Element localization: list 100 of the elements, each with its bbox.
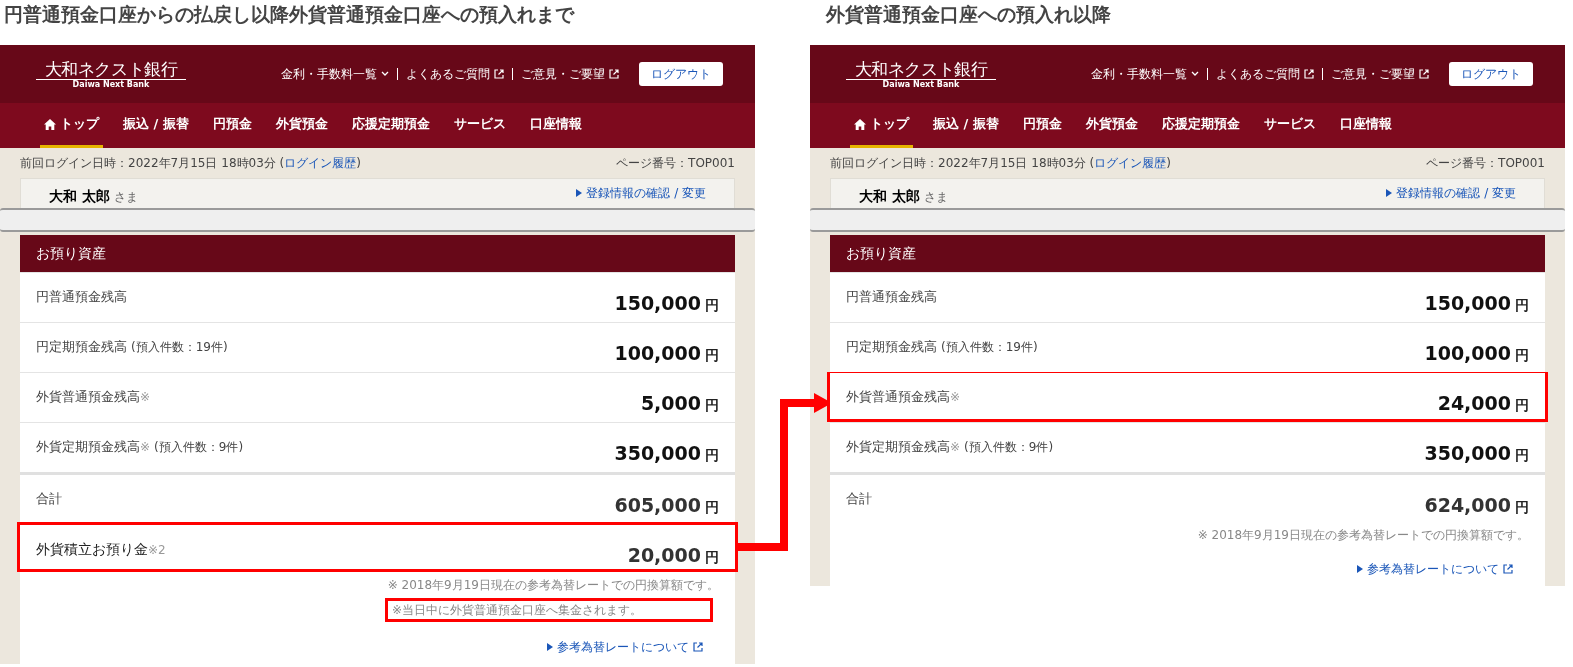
nav-tab[interactable]: サービス	[1259, 103, 1320, 148]
logout-button[interactable]: ログアウト	[1449, 62, 1533, 86]
currency-unit: 円	[705, 396, 719, 415]
external-link-icon	[693, 642, 703, 652]
nav-tab[interactable]: トップ	[40, 103, 103, 148]
profile-link[interactable]: 登録情報の確認 / 変更	[1386, 184, 1516, 202]
assets-header: お預り資産	[830, 235, 1545, 272]
amount: 350,000	[1424, 441, 1511, 466]
amount: 100,000	[614, 341, 701, 366]
panel-caption: 外貨普通預金口座への預入れ以降	[824, 2, 1112, 27]
nav-tab[interactable]: 円預金	[1018, 103, 1066, 148]
rate-link[interactable]: 参考為替レートについて	[547, 638, 703, 656]
external-link-icon	[1304, 69, 1314, 79]
footnote: ※ 2018年9月19日現在の参考為替レートでの円換算額です。	[1197, 527, 1529, 544]
login-history-link[interactable]: ログイン履歴	[284, 156, 357, 170]
nav-tab[interactable]: 振込 / 振替	[119, 103, 193, 148]
page-number: ページ番号：TOP001	[616, 155, 735, 172]
footnote-mark: ※	[950, 439, 961, 456]
last-login-text: 前回ログイン日時：2022年7月15日 18時03分 (ログイン履歴)	[830, 155, 1171, 172]
currency-unit: 円	[1515, 346, 1529, 365]
header-link[interactable]: 金利・手数料一覧	[1091, 65, 1199, 83]
footnote: ※ 2018年9月19日現在の参考為替レートでの円換算額です。	[387, 577, 719, 594]
nav-tab[interactable]: 口座情報	[1335, 103, 1396, 148]
currency-unit: 円	[1515, 296, 1529, 315]
nav-tab[interactable]: サービス	[449, 103, 510, 148]
logout-button[interactable]: ログアウト	[639, 62, 723, 86]
header-link[interactable]: 金利・手数料一覧	[281, 65, 389, 83]
triangle-icon	[547, 643, 553, 651]
home-icon	[854, 118, 866, 130]
page-number: ページ番号：TOP001	[1426, 155, 1545, 172]
nav-tab[interactable]: 応援定期預金	[347, 103, 434, 148]
honorific: さま	[923, 189, 948, 206]
row-label: 円普通預金残高	[846, 288, 937, 306]
nav-tab[interactable]: 円預金	[208, 103, 256, 148]
footnote-mark: ※2	[148, 542, 166, 559]
currency-unit: 円	[705, 498, 719, 517]
triangle-icon	[1357, 565, 1363, 573]
amount: 20,000	[627, 543, 701, 568]
amount: 350,000	[614, 441, 701, 466]
external-link-icon	[1419, 69, 1429, 79]
chevron-down-icon	[381, 71, 389, 77]
nav-tab[interactable]: 外貨預金	[1081, 103, 1142, 148]
footnote: ※当日中に外貨普通預金口座へ集金されます。	[385, 598, 713, 622]
nav-tab[interactable]: 応援定期預金	[1157, 103, 1244, 148]
amount: 5,000	[640, 391, 701, 416]
amount: 24,000	[1437, 391, 1511, 416]
footnote-mark: ※	[950, 389, 961, 406]
logo-subtitle: Daiwa Next Bank	[72, 80, 150, 89]
currency-unit: 円	[1515, 396, 1529, 415]
row-label: 円普通預金残高	[36, 288, 127, 306]
nav-tab[interactable]: 外貨預金	[271, 103, 332, 148]
nav-tab[interactable]: トップ	[850, 103, 913, 148]
bank-logo: 大和ネクスト銀行	[846, 59, 996, 80]
rate-link[interactable]: 参考為替レートについて	[1357, 560, 1513, 578]
triangle-icon	[576, 189, 583, 197]
footnote-mark: ※	[140, 439, 151, 456]
profile-link[interactable]: 登録情報の確認 / 変更	[576, 184, 706, 202]
row-label: 円定期預金残高	[846, 338, 937, 356]
honorific: さま	[113, 189, 138, 206]
external-link-icon	[494, 69, 504, 79]
login-history-link[interactable]: ログイン履歴	[1094, 156, 1167, 170]
row-qualifier: (預入件数：19件)	[941, 339, 1038, 356]
bank-logo: 大和ネクスト銀行	[36, 59, 186, 80]
row-qualifier: (預入件数：9件)	[154, 439, 244, 456]
nav-tab[interactable]: 口座情報	[525, 103, 586, 148]
row-label: 外貨普通預金残高	[846, 388, 950, 406]
row-label: 円定期預金残高	[36, 338, 127, 356]
currency-unit: 円	[705, 296, 719, 315]
currency-unit: 円	[705, 446, 719, 465]
header-link[interactable]: よくあるご質問	[406, 65, 504, 83]
footnote-mark: ※	[140, 389, 151, 406]
user-name: 大和 太郎	[859, 187, 920, 206]
row-label: 合計	[36, 490, 62, 508]
panel-caption: 円普通預金口座からの払戻し以降外貨普通預金口座への預入れまで	[3, 2, 576, 27]
amount: 100,000	[1424, 341, 1511, 366]
header-link[interactable]: よくあるご質問	[1216, 65, 1314, 83]
nav-tab[interactable]: 振込 / 振替	[929, 103, 1003, 148]
row-label: 合計	[846, 490, 872, 508]
chevron-down-icon	[1191, 71, 1199, 77]
currency-unit: 円	[1515, 446, 1529, 465]
row-label: 外貨定期預金残高	[36, 438, 140, 456]
home-icon	[44, 118, 56, 130]
logo-subtitle: Daiwa Next Bank	[882, 80, 960, 89]
external-link-icon	[1503, 564, 1513, 574]
external-link-icon	[609, 69, 619, 79]
row-label: 外貨普通預金残高	[36, 388, 140, 406]
row-qualifier: (預入件数：9件)	[964, 439, 1054, 456]
triangle-icon	[1386, 189, 1393, 197]
currency-unit: 円	[705, 548, 719, 567]
header-link[interactable]: ご意見・ご要望	[521, 65, 619, 83]
amount: 150,000	[1424, 291, 1511, 316]
header-link[interactable]: ご意見・ご要望	[1331, 65, 1429, 83]
row-label: 外貨積立お預り金	[36, 540, 148, 559]
amount: 624,000	[1424, 493, 1511, 518]
amount: 150,000	[614, 291, 701, 316]
amount: 605,000	[614, 493, 701, 518]
user-name: 大和 太郎	[49, 187, 110, 206]
currency-unit: 円	[1515, 498, 1529, 517]
last-login-text: 前回ログイン日時：2022年7月15日 18時03分 (ログイン履歴)	[20, 155, 361, 172]
currency-unit: 円	[705, 346, 719, 365]
